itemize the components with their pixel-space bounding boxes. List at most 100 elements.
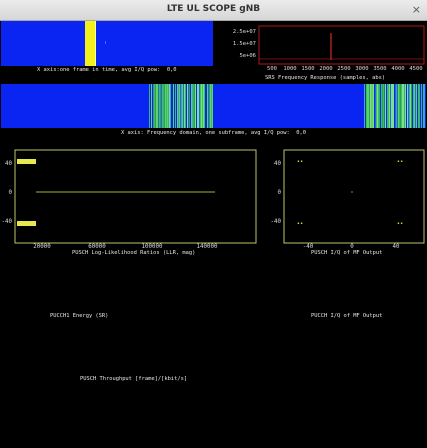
llr-xtick: 140000	[197, 244, 218, 250]
frequency-stripe	[400, 84, 401, 128]
frequency-stripe	[210, 84, 211, 128]
pusch-iq-plot: •• •• •• •• 40 0 -40 -40 0 40	[270, 147, 426, 250]
frequency-stripe	[398, 84, 399, 128]
srs-xtick: 2500	[337, 66, 350, 70]
frequency-stripe	[161, 84, 162, 128]
llr-plot: 40 0 -40 20000 60000 100000 140000	[1, 147, 257, 250]
llr-upper-cluster	[17, 159, 36, 164]
frequency-stripe	[150, 84, 151, 128]
srs-xtick: 3000	[355, 66, 368, 70]
frequency-stripe	[393, 84, 394, 128]
frequency-stripe	[385, 84, 386, 128]
frequency-stripe	[173, 84, 174, 128]
frequency-stripe	[193, 84, 194, 128]
frequency-stripe	[376, 84, 377, 128]
frequency-stripe	[209, 84, 210, 128]
frequency-stripe	[159, 84, 160, 128]
srs-xtick: 3500	[373, 66, 386, 70]
time-domain-speck	[105, 41, 106, 44]
frequency-stripe	[179, 84, 180, 128]
srs-xtick: 4500	[409, 66, 422, 70]
frequency-stripe	[395, 84, 396, 128]
srs-ytick: 2.5e+07	[233, 29, 256, 35]
frequency-stripe	[186, 84, 187, 128]
frequency-stripe	[157, 84, 158, 128]
frequency-stripe	[373, 84, 374, 128]
frequency-stripe	[421, 84, 422, 128]
frequency-stripe	[422, 84, 423, 128]
frequency-stripe	[415, 84, 416, 128]
llr-axis-box	[14, 149, 257, 244]
frequency-stripe	[375, 84, 376, 128]
srs-label: SRS Frequency Response (samples, abs)	[265, 75, 386, 81]
scope-window: LTE UL SCOPE gNB × X axis:one frame in t…	[0, 0, 427, 448]
frequency-stripe	[377, 84, 378, 128]
llr-xtick: 20000	[33, 244, 51, 250]
close-icon[interactable]: ×	[412, 3, 421, 16]
frequency-stripe	[425, 84, 426, 128]
frequency-stripe	[382, 84, 383, 128]
frequency-stripe	[391, 84, 392, 128]
frequency-stripe	[378, 84, 379, 128]
frequency-stripe	[177, 84, 178, 128]
llr-ytick: -40	[2, 219, 13, 225]
frequency-stripe	[419, 84, 420, 128]
frequency-stripe	[196, 84, 197, 128]
frequency-stripe	[409, 84, 410, 128]
frequency-stripe	[174, 84, 175, 128]
frequency-stripe	[379, 84, 380, 128]
frequency-stripe	[371, 84, 372, 128]
frequency-stripe	[394, 84, 395, 128]
iq-xtick: 40	[393, 244, 400, 250]
frequency-stripe	[154, 84, 155, 128]
frequency-stripe	[187, 84, 188, 128]
frequency-stripe	[411, 84, 412, 128]
frequency-stripe	[412, 84, 413, 128]
frequency-stripe	[170, 84, 171, 128]
frequency-stripe	[202, 84, 203, 128]
iq-origin-point	[351, 191, 353, 193]
title-bar[interactable]: LTE UL SCOPE gNB ×	[0, 0, 427, 21]
frequency-stripe	[390, 84, 391, 128]
frequency-stripe	[164, 84, 165, 128]
frequency-stripe	[175, 84, 176, 128]
frequency-stripe	[381, 84, 382, 128]
srs-frequency-plot: 2.5e+07 1.5e+07 5e+06 500 1000 1500 2000…	[228, 22, 426, 72]
frequency-stripe	[169, 84, 170, 128]
frequency-stripe	[205, 84, 206, 128]
srs-ytick: 1.5e+07	[233, 41, 256, 47]
time-domain-plot	[1, 21, 213, 66]
frequency-stripe	[211, 84, 212, 128]
frequency-stripe	[367, 84, 368, 128]
frequency-stripe	[155, 84, 156, 128]
srs-xtick: 500	[267, 66, 277, 70]
frequency-stripe	[207, 84, 208, 128]
llr-ytick: 0	[9, 190, 13, 196]
frequency-stripe	[190, 84, 191, 128]
frequency-stripe	[401, 84, 402, 128]
iq-ytick: 40	[274, 161, 281, 167]
frequency-stripe	[399, 84, 400, 128]
frequency-stripe	[417, 84, 418, 128]
llr-canvas: 40 0 -40 20000 60000 100000 140000	[2, 149, 257, 250]
frequency-stripe	[368, 84, 369, 128]
srs-xtick: 2000	[319, 66, 332, 70]
frequency-stripe	[156, 84, 157, 128]
frequency-stripe	[183, 84, 184, 128]
frequency-stripe	[420, 84, 421, 128]
frequency-stripe	[194, 84, 195, 128]
frequency-stripe	[158, 84, 159, 128]
frequency-stripe	[364, 84, 365, 128]
frequency-stripe	[168, 84, 169, 128]
frequency-stripe	[166, 84, 167, 128]
frequency-stripe	[369, 84, 370, 128]
frequency-stripe	[178, 84, 179, 128]
frequency-stripe	[200, 84, 201, 128]
frequency-stripe	[380, 84, 381, 128]
frequency-stripe	[366, 84, 367, 128]
frequency-stripe	[397, 84, 398, 128]
iq-ytick: 0	[278, 190, 282, 196]
frequency-stripe	[180, 84, 181, 128]
frequency-stripe	[383, 84, 384, 128]
frequency-stripe	[181, 84, 182, 128]
